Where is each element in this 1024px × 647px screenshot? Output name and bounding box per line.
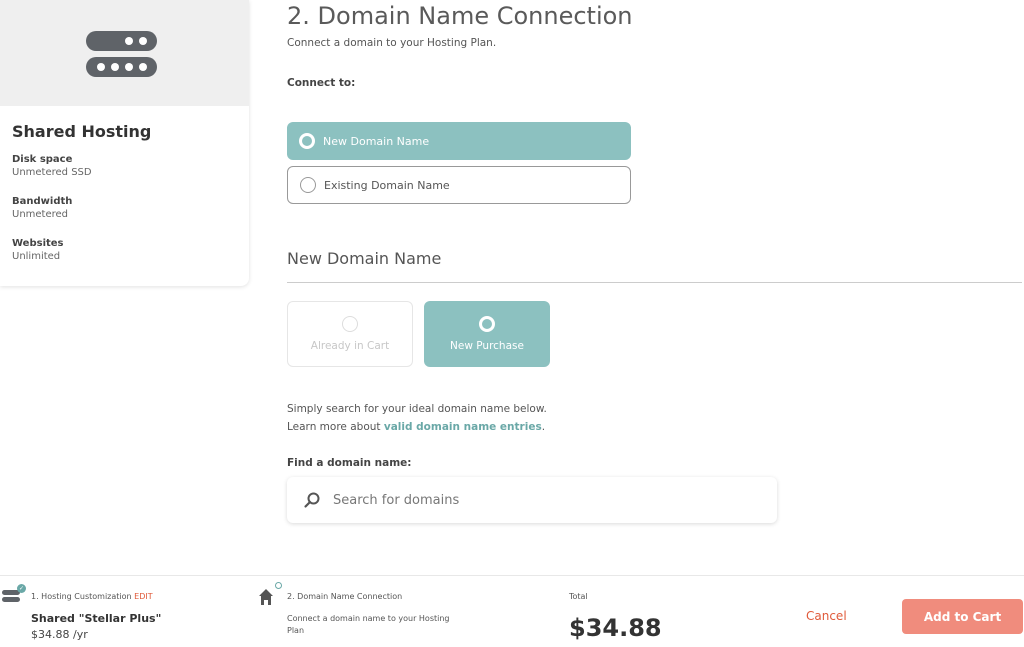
spec-value: Unlimited <box>12 251 61 262</box>
domain-search-input[interactable] <box>333 492 753 508</box>
info-learn-more: Learn more about valid domain name entri… <box>287 421 545 433</box>
tile-label: Already in Cart <box>310 340 390 352</box>
spec-bandwidth: Bandwidth Unmetered <box>12 196 72 220</box>
option-existing-domain-name[interactable]: Existing Domain Name <box>287 166 631 204</box>
spec-value: Unmetered SSD <box>12 167 92 178</box>
option-new-domain-name[interactable]: New Domain Name <box>287 122 631 160</box>
step1-title: 1. Hosting Customization EDIT <box>31 592 153 601</box>
tile-label: New Purchase <box>450 340 524 352</box>
page-title: 2. Domain Name Connection <box>287 2 633 30</box>
edit-link[interactable]: EDIT <box>134 592 152 601</box>
plan-image <box>0 0 249 106</box>
step1-price: $34.88 /yr <box>31 628 88 641</box>
spec-label: Bandwidth <box>12 196 73 207</box>
spec-disk-space: Disk space Unmetered SSD <box>12 154 92 178</box>
radio-unselected-icon <box>300 177 316 193</box>
connect-to-label: Connect to: <box>287 77 356 89</box>
step1-plan-name: Shared "Stellar Plus" <box>31 612 162 625</box>
check-icon: ✓ <box>17 584 26 593</box>
option-label: Existing Domain Name <box>324 178 450 192</box>
cancel-button[interactable]: Cancel <box>806 609 847 623</box>
step2-description: Connect a domain name to your Hosting Pl… <box>287 614 450 635</box>
valid-domain-link[interactable]: valid domain name entries <box>384 421 542 433</box>
info-suffix: . <box>541 421 546 433</box>
spec-value: Unmetered <box>12 209 69 220</box>
search-icon <box>304 492 320 508</box>
step2-title: 2. Domain Name Connection <box>287 592 403 601</box>
step1-title-text: 1. Hosting Customization <box>31 592 132 601</box>
total-label: Total <box>569 592 588 601</box>
tile-already-in-cart[interactable]: Already in Cart <box>287 301 413 367</box>
info-text: Simply search for your ideal domain name… <box>287 403 547 415</box>
radio-selected-icon <box>479 316 495 332</box>
home-icon <box>259 589 273 605</box>
option-label: New Domain Name <box>323 134 430 148</box>
plan-card: Shared Hosting Disk space Unmetered SSD … <box>0 0 249 286</box>
spec-label: Disk space <box>12 154 73 165</box>
radio-selected-icon <box>299 133 315 149</box>
tile-new-purchase[interactable]: New Purchase <box>424 301 550 367</box>
spec-label: Websites <box>12 238 64 249</box>
info-prefix: Learn more about <box>287 421 384 433</box>
checkout-bar: ✓ 1. Hosting Customization EDIT Shared "… <box>0 575 1024 647</box>
add-to-cart-button[interactable]: Add to Cart <box>902 599 1023 634</box>
section-title: New Domain Name <box>287 249 442 268</box>
server-small-icon <box>2 590 20 604</box>
progress-circle-icon <box>275 582 282 589</box>
server-icon <box>86 31 157 77</box>
radio-disabled-icon <box>342 316 358 332</box>
find-domain-label: Find a domain name: <box>287 457 412 469</box>
domain-search-box[interactable] <box>287 477 777 523</box>
page-subtitle: Connect a domain to your Hosting Plan. <box>287 37 497 49</box>
spec-websites: Websites Unlimited <box>12 238 64 262</box>
total-value: $34.88 <box>569 614 662 642</box>
plan-title: Shared Hosting <box>12 122 152 141</box>
divider <box>287 282 1022 283</box>
